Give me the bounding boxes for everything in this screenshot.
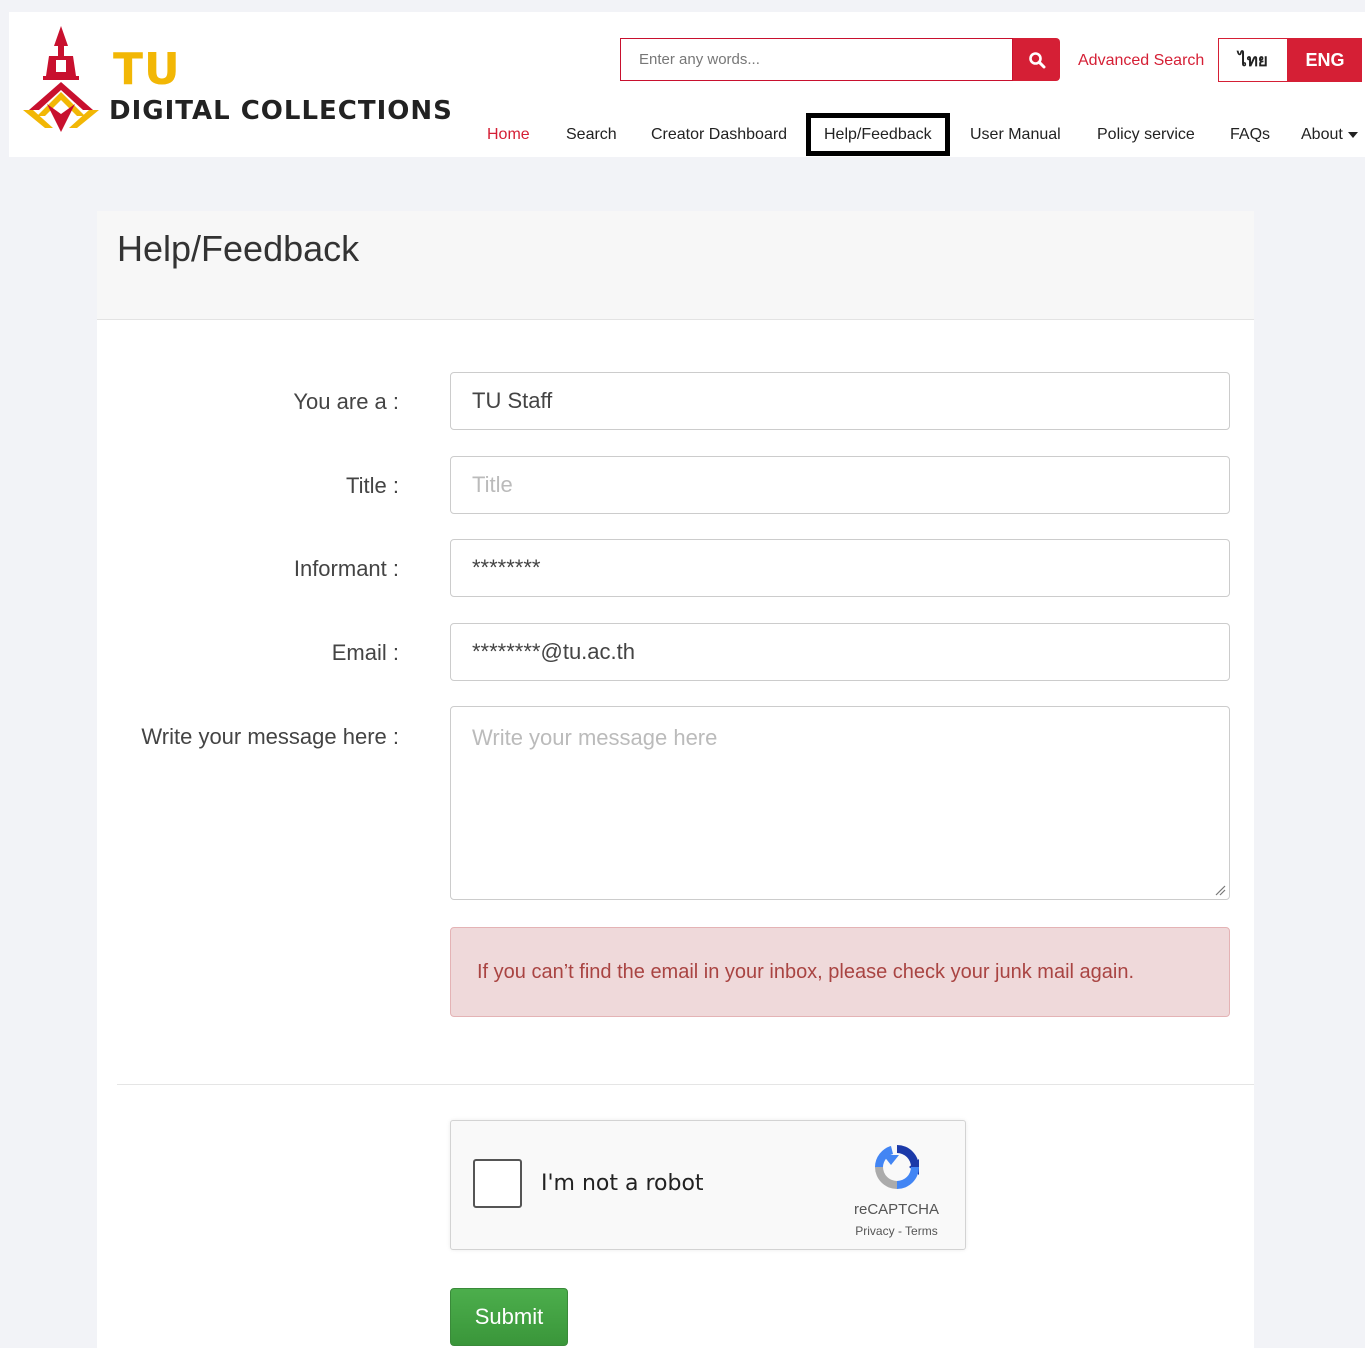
caret-down-icon bbox=[1347, 131, 1358, 138]
feedback-card: Help/Feedback You are a : TU Staff Title… bbox=[97, 211, 1254, 1348]
main-nav: Home Search Creator Dashboard Help/Feedb… bbox=[9, 112, 1365, 157]
junk-mail-alert: If you can’t find the email in your inbo… bbox=[450, 927, 1230, 1017]
nav-home[interactable]: Home bbox=[487, 126, 530, 144]
recaptcha-widget: I'm not a robot reCAPTCHA Privacy - Term… bbox=[450, 1120, 966, 1250]
search-field[interactable] bbox=[620, 38, 1013, 81]
nav-creator-dashboard[interactable]: Creator Dashboard bbox=[651, 126, 787, 144]
recaptcha-logo-icon bbox=[875, 1145, 919, 1189]
nav-about[interactable]: About bbox=[1301, 126, 1358, 144]
email-input[interactable]: ********@tu.ac.th bbox=[450, 623, 1230, 681]
page-title: Help/Feedback bbox=[117, 228, 360, 269]
title-label: Title : bbox=[346, 473, 399, 498]
resize-handle-icon[interactable] bbox=[1214, 884, 1226, 896]
user-type-select[interactable]: TU Staff bbox=[450, 372, 1230, 430]
you-are-label: You are a : bbox=[293, 389, 399, 414]
lang-thai-button[interactable]: ไทย bbox=[1218, 38, 1288, 82]
nav-search[interactable]: Search bbox=[566, 126, 617, 144]
recaptcha-label: I'm not a robot bbox=[541, 1171, 704, 1196]
card-header: Help/Feedback bbox=[97, 211, 1254, 320]
nav-policy-service[interactable]: Policy service bbox=[1097, 126, 1195, 144]
search-input[interactable] bbox=[621, 39, 1012, 80]
nav-user-manual[interactable]: User Manual bbox=[970, 126, 1061, 144]
search-icon bbox=[1028, 51, 1045, 68]
nav-faqs[interactable]: FAQs bbox=[1230, 126, 1270, 144]
recaptcha-checkbox[interactable] bbox=[473, 1159, 522, 1208]
message-placeholder: Write your message here bbox=[472, 725, 718, 750]
informant-label: Informant : bbox=[293, 556, 399, 581]
logo-title: TU bbox=[113, 44, 181, 95]
divider bbox=[117, 1084, 1254, 1085]
recaptcha-privacy-terms[interactable]: Privacy - Terms bbox=[839, 1224, 954, 1238]
lang-english-button[interactable]: ENG bbox=[1288, 38, 1362, 82]
informant-input[interactable]: ******** bbox=[450, 539, 1230, 597]
advanced-search-link[interactable]: Advanced Search bbox=[1078, 52, 1204, 70]
site-header: TU DIGITAL COLLECTIONS Advanced Search ไ… bbox=[9, 12, 1365, 157]
recaptcha-brand: reCAPTCHA bbox=[853, 1201, 939, 1218]
message-label: Write your message here : bbox=[141, 724, 399, 749]
submit-button[interactable]: Submit bbox=[450, 1288, 568, 1346]
nav-help-feedback[interactable]: Help/Feedback bbox=[806, 113, 950, 156]
title-input[interactable]: Title bbox=[450, 456, 1230, 514]
message-textarea[interactable]: Write your message here bbox=[450, 706, 1230, 900]
email-label: Email : bbox=[331, 640, 399, 665]
search-button[interactable] bbox=[1013, 38, 1060, 81]
nav-about-label: About bbox=[1301, 126, 1343, 143]
